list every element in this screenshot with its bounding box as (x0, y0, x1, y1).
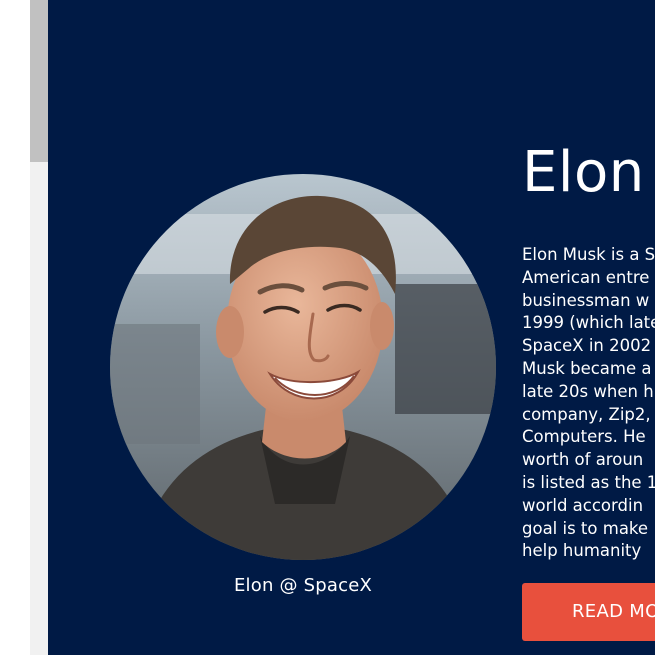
bio-line: SpaceX in 2002 (522, 336, 652, 356)
profile-photo (110, 174, 496, 560)
bio-line: businessman w (522, 290, 650, 310)
scrollbar-thumb[interactable] (30, 0, 48, 162)
bio-line: late 20s when h (522, 381, 654, 401)
read-more-button[interactable]: READ MO (522, 583, 655, 641)
bio-line: is listed as the 1 (522, 472, 655, 492)
bio-line: American entre (522, 267, 650, 287)
bio-line: Elon Musk is a S (522, 245, 655, 264)
page-title: Elon (522, 140, 645, 205)
bio-line: 1999 (which late (522, 313, 655, 333)
bio-line: worth of aroun (522, 450, 644, 470)
bio-line: world accordin (522, 495, 644, 515)
profile-photo-illustration (110, 174, 496, 560)
bio-line: Computers. He (522, 427, 646, 447)
biography-text: Elon Musk is a S American entre business… (522, 244, 655, 563)
bio-line: goal is to make (522, 518, 649, 538)
profile-hero-section: Elon @ SpaceX Elon Elon Musk is a S Amer… (48, 0, 655, 655)
bio-line: help humanity (522, 541, 642, 561)
bio-line: Musk became a (522, 358, 652, 378)
bio-line: company, Zip2, (522, 404, 651, 424)
photo-caption: Elon @ SpaceX (233, 575, 373, 596)
page-viewport: Elon @ SpaceX Elon Elon Musk is a S Amer… (0, 0, 655, 655)
